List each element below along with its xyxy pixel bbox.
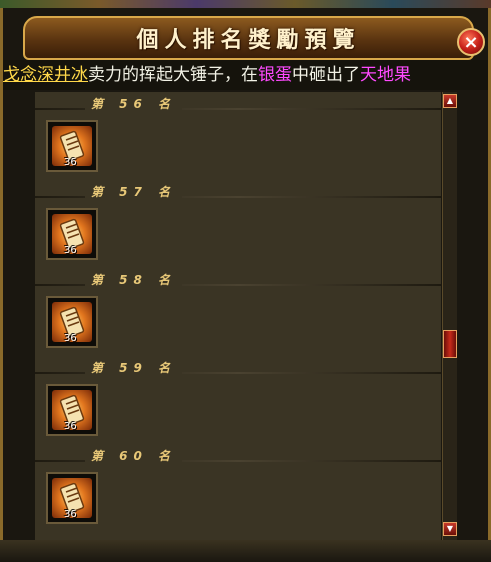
reward-slot[interactable]: 36 [46,208,98,260]
rank-header: 第 56 名 [35,92,441,116]
scroll-thumb[interactable] [443,330,457,358]
rank-label: 第 56 名 [85,95,183,113]
title-bar: 個人排名獎勵預覽 [23,16,474,60]
rank-header: 第 60 名 [35,444,441,468]
close-button[interactable]: × [457,28,485,56]
reward-count: 36 [64,333,77,344]
list-scrollbar[interactable]: ▲ ▼ [442,92,457,540]
reward-slot[interactable]: 36 [46,120,98,172]
marquee-item-name: 天地果 [360,65,411,85]
rank-row-58: 第 58 名 36 [35,268,441,356]
reward-count: 36 [64,245,77,256]
rank-row-59: 第 59 名 36 [35,356,441,444]
reward-slot[interactable]: 36 [46,384,98,436]
rank-label: 第 58 名 [85,271,183,289]
rank-reward-list[interactable]: 第 56 名 36 第 57 名 36 第 58 名 36 第 59 名 36 … [35,92,441,540]
rank-row-57: 第 57 名 36 [35,180,441,268]
rank-header: 第 59 名 [35,356,441,380]
marquee-text-2: 中砸出了 [292,65,360,85]
window-title: 個人排名獎勵預覽 [136,27,361,53]
rank-label: 第 60 名 [85,447,183,465]
arrow-up-icon[interactable]: ▲ [443,94,457,108]
marquee-egg-name: 银蛋 [258,65,292,85]
rank-row-56: 第 56 名 36 [35,92,441,180]
rank-header: 第 57 名 [35,180,441,204]
reward-count: 36 [64,157,77,168]
rank-label: 第 59 名 [85,359,183,377]
frame-bottom-edge [0,540,491,562]
marquee-player-name[interactable]: 戈念深井冰 [3,60,88,90]
rank-label: 第 57 名 [85,183,183,201]
reward-slot[interactable]: 36 [46,472,98,524]
reward-count: 36 [64,509,77,520]
marquee-text-1: 卖力的挥起大锤子，在 [88,65,258,85]
broadcast-marquee: 戈念深井冰卖力的挥起大锤子，在银蛋中砸出了天地果 [3,60,488,90]
reward-slot[interactable]: 36 [46,296,98,348]
reward-count: 36 [64,421,77,432]
arrow-down-icon[interactable]: ▼ [443,522,457,536]
rank-row-60: 第 60 名 36 [35,444,441,532]
rank-header: 第 58 名 [35,268,441,292]
